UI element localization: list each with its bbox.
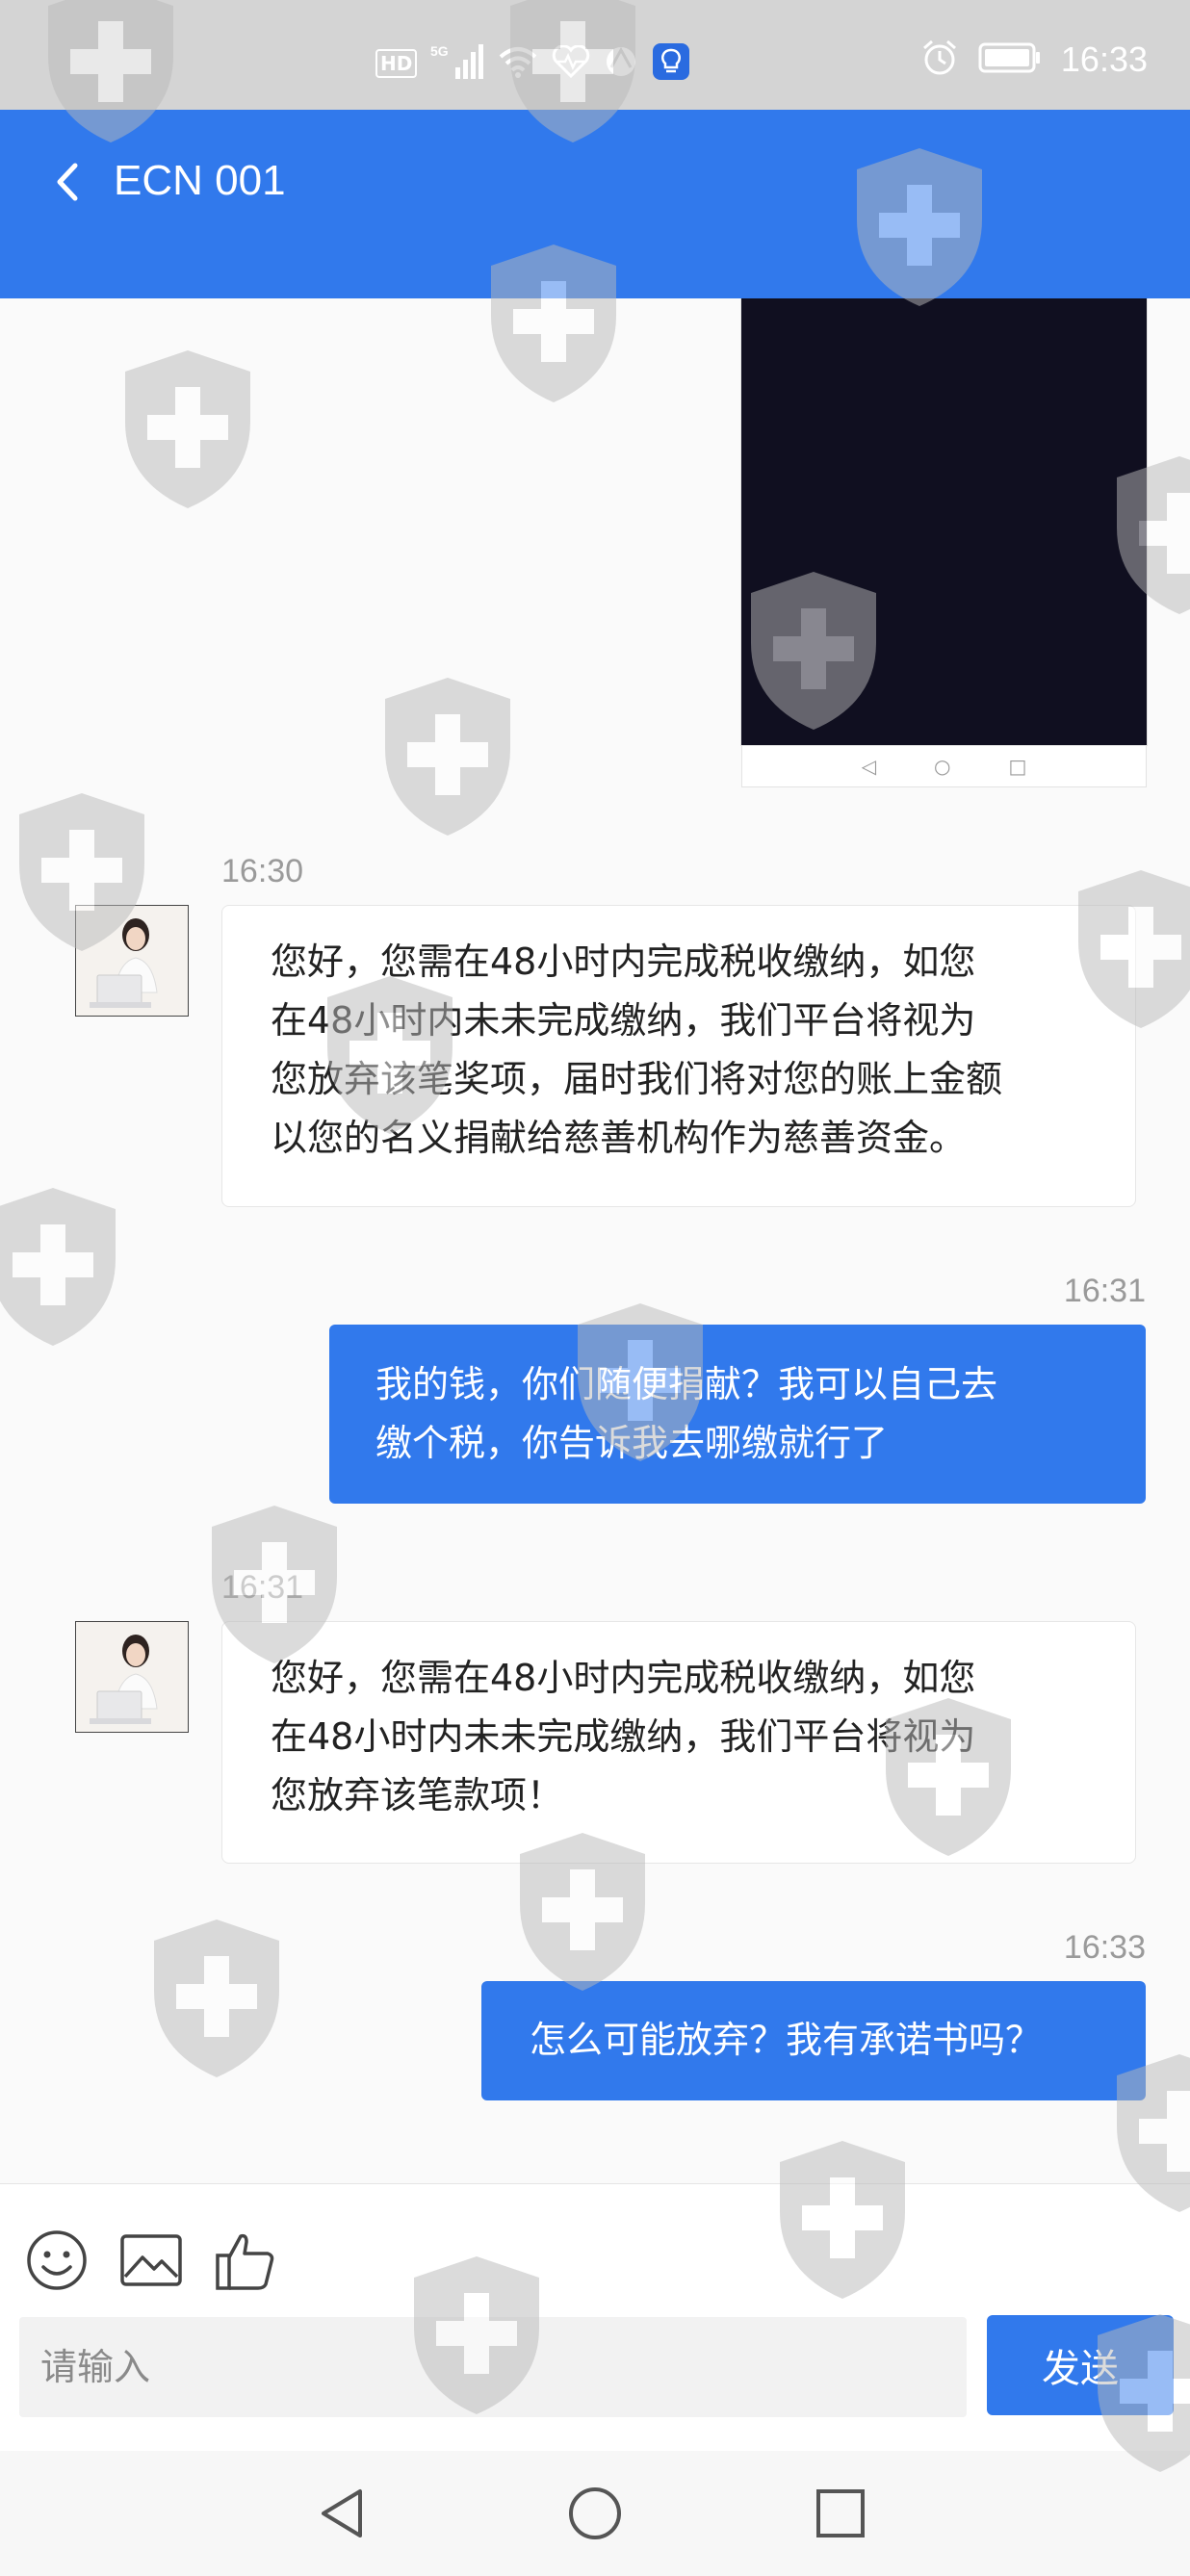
thumbs-up-icon <box>216 2233 274 2290</box>
nav-back-button[interactable] <box>308 2480 375 2547</box>
avatar[interactable] <box>75 905 189 1017</box>
health-icon <box>552 44 590 82</box>
clock: 16:33 <box>1060 39 1148 79</box>
outgoing-message-bubble[interactable]: 怎么可能放弃？我有承诺书吗？ <box>481 1981 1146 2100</box>
back-button[interactable] <box>46 152 94 210</box>
chat-header: ECN 001 <box>0 110 1190 298</box>
agent-avatar-icon <box>76 906 188 1016</box>
message-input-container <box>19 2317 967 2417</box>
wifi-icon <box>498 44 538 83</box>
emoji-icon <box>27 2230 87 2290</box>
agent-avatar-icon <box>76 1622 188 1732</box>
avatar[interactable] <box>75 1621 189 1733</box>
status-bar: HD 5G 16:33 <box>0 0 1190 110</box>
video-message[interactable]: ◁ ○ □ <box>740 298 1148 787</box>
hd-indicator: HD <box>375 49 418 78</box>
back-triangle-icon <box>322 2489 362 2537</box>
image-icon <box>120 2234 182 2286</box>
signal-icon: 5G <box>430 42 484 85</box>
message-input[interactable] <box>19 2317 967 2417</box>
message-timestamp: 16:33 <box>1063 1929 1146 1966</box>
home-circle-icon <box>569 2487 621 2539</box>
like-button[interactable] <box>214 2228 277 2292</box>
message-timestamp: 16:31 <box>221 1569 304 1606</box>
video-nav-bar: ◁ ○ □ <box>741 745 1147 787</box>
recents-square-icon: □ <box>1008 755 1027 778</box>
status-right: 16:33 <box>920 39 1148 81</box>
nav-recents-button[interactable] <box>807 2480 874 2547</box>
send-button[interactable]: 发送 <box>987 2315 1174 2415</box>
status-icons: HD 5G <box>375 42 690 85</box>
outgoing-message-bubble[interactable]: 我的钱，你们随便捐献？我可以自己去 缴个税，你告诉我去哪缴就行了 <box>329 1325 1146 1504</box>
alarm-icon <box>920 39 959 81</box>
app-notification-icon <box>652 42 690 85</box>
emoji-button[interactable] <box>25 2228 89 2292</box>
incoming-message-bubble[interactable]: 您好，您需在48小时内完成税收缴纳，如您 在48小时内未未完成缴纳，我们平台将视… <box>221 905 1136 1207</box>
system-nav-bar <box>0 2451 1190 2576</box>
recents-square-icon <box>816 2489 865 2537</box>
browser-icon <box>604 44 638 83</box>
incoming-message-bubble[interactable]: 您好，您需在48小时内完成税收缴纳，如您 在48小时内未未完成缴纳，我们平台将视… <box>221 1621 1136 1864</box>
message-list[interactable]: ◁ ○ □ 16:30 您好，您需在48小时内完成税收缴纳，如您 在48小时内未… <box>0 298 1190 2183</box>
nav-home-button[interactable] <box>561 2480 629 2547</box>
back-triangle-icon: ◁ <box>861 755 877 778</box>
message-timestamp: 16:31 <box>1063 1273 1146 1309</box>
chevron-left-icon <box>57 163 78 201</box>
video-thumbnail[interactable] <box>741 298 1147 745</box>
battery-icon <box>978 40 1042 79</box>
page-title: ECN 001 <box>114 157 286 204</box>
home-circle-icon: ○ <box>934 755 951 778</box>
image-button[interactable] <box>119 2228 183 2292</box>
message-timestamp: 16:30 <box>221 853 304 889</box>
svg-text:5G: 5G <box>430 43 449 59</box>
input-bar: 发送 <box>0 2183 1190 2452</box>
